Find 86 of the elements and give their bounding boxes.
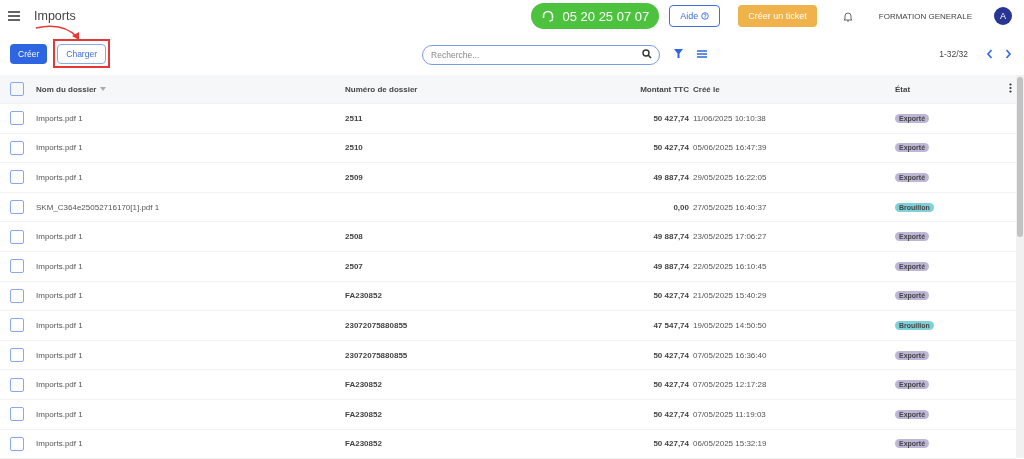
table-cell: 49 887,74 (653, 232, 689, 242)
table-cell: 2507 (345, 261, 363, 271)
column-header[interactable]: Nom du dossier (36, 84, 97, 94)
table-cell: Imports.pdf 1 (36, 350, 83, 360)
table-cell: FA230852 (345, 291, 382, 301)
column-header[interactable]: Montant TTC (640, 84, 689, 94)
table-cell: 49 887,74 (653, 173, 689, 182)
table-cell: 50 427,74 (653, 143, 689, 153)
table-cell: 06/05/2025 15:32:19 (693, 439, 767, 449)
previous-icon[interactable] (986, 48, 993, 59)
column-header[interactable]: Créé le (693, 84, 720, 94)
table-cell: Imports.pdf 1 (36, 232, 83, 242)
table-cell: Imports.pdf 1 (36, 113, 83, 123)
table-cell: Imports.pdf 1 (36, 320, 83, 330)
table-cell: 11/06/2025 10:10:38 (693, 113, 766, 123)
search-field[interactable]: Recherche... (422, 44, 661, 65)
table-cell: 50 427,74 (653, 380, 689, 390)
table-cell: 07/05/2025 12:17:28 (693, 380, 767, 390)
table-cell: Imports.pdf 1 (36, 173, 83, 182)
table-cell: 23/05/2025 17:06:27 (693, 232, 767, 242)
question-icon (701, 12, 710, 20)
help-button[interactable]: Aide (669, 5, 721, 27)
avatar[interactable]: A (994, 7, 1012, 25)
select-all-checkbox[interactable] (10, 82, 24, 96)
table-cell: 07/05/2025 16:36:40 (693, 350, 767, 360)
search-icon[interactable] (642, 48, 653, 59)
table-cell: Imports.pdf 1 (36, 261, 83, 271)
scrollbar[interactable] (1016, 75, 1024, 458)
row-checkbox[interactable] (10, 318, 24, 333)
table-cell: 2511 (345, 113, 363, 123)
row-checkbox[interactable] (10, 288, 24, 303)
row-checkbox[interactable] (10, 200, 24, 215)
filter-icon[interactable] (674, 49, 684, 58)
table-cell: 2508 (345, 232, 363, 242)
table-cell: 2509 (345, 173, 363, 182)
page-title: Imports (34, 9, 76, 23)
table-cell: 27/05/2025 16:40:37 (693, 202, 767, 212)
table-cell: Imports.pdf 1 (36, 439, 83, 449)
table-cell: 29/05/2025 16:22:05 (693, 173, 767, 182)
sort-caret-icon[interactable] (100, 87, 107, 91)
table-cell: FA230852 (345, 380, 382, 390)
table-cell: Imports.pdf 1 (36, 380, 83, 390)
column-header[interactable]: Numéro de dossier (345, 84, 418, 94)
row-checkbox[interactable] (10, 170, 24, 185)
account-name[interactable]: FORMATION GENERALE (878, 11, 972, 21)
table-cell: SKM_C364e25052716170[1].pdf 1 (36, 202, 160, 212)
pagination-count: 1-32/32 (939, 48, 968, 59)
table-cell: 47 547,74 (653, 320, 689, 330)
column-header[interactable]: État (895, 84, 911, 94)
table-cell: FA230852 (345, 409, 382, 419)
table-cell: 2510 (345, 143, 363, 153)
table-cell: 22/05/2025 16:10:45 (693, 261, 767, 271)
row-checkbox[interactable] (10, 407, 24, 422)
create-button[interactable]: Créer (10, 43, 48, 64)
table-cell: 50 427,74 (653, 350, 689, 360)
table-cell: 19/05/2025 14:50:50 (693, 320, 767, 330)
table-cell: Imports.pdf 1 (36, 409, 83, 419)
table-cell: 05/06/2025 16:47:39 (693, 143, 767, 153)
row-checkbox[interactable] (10, 229, 24, 244)
table-cell: 50 427,74 (653, 291, 689, 301)
bell-icon[interactable] (842, 10, 853, 22)
row-checkbox[interactable] (10, 111, 24, 126)
next-icon[interactable] (1005, 48, 1012, 59)
table-cell: 07/05/2025 11:19:03 (693, 409, 766, 419)
table-cell: 21/05/2025 15:40:29 (693, 291, 767, 301)
table-cell: 49 887,74 (653, 261, 689, 271)
row-checkbox[interactable] (10, 140, 24, 155)
menu-icon[interactable] (8, 11, 20, 21)
table-cell: 23072075880855 (345, 350, 408, 360)
table-cell: 23072075880855 (345, 320, 408, 330)
table-cell: Imports.pdf 1 (36, 291, 83, 301)
list-icon[interactable] (697, 49, 708, 58)
phone-number: 05 20 25 07 07 (562, 8, 650, 24)
table-cell: FA230852 (345, 439, 382, 449)
row-checkbox[interactable] (10, 436, 24, 451)
row-checkbox[interactable] (10, 377, 24, 392)
table-cell: 50 427,74 (653, 439, 689, 449)
table-cell: 50 427,74 (653, 409, 689, 419)
row-checkbox[interactable] (10, 259, 24, 274)
row-checkbox[interactable] (10, 348, 24, 363)
table-cell: 0,00 (673, 202, 689, 212)
headset-icon (540, 9, 555, 23)
table-cell: Imports.pdf 1 (36, 143, 83, 153)
upload-button[interactable]: Charger (57, 44, 106, 64)
table-cell: 50 427,74 (653, 113, 689, 123)
more-icon[interactable] (1009, 83, 1012, 93)
